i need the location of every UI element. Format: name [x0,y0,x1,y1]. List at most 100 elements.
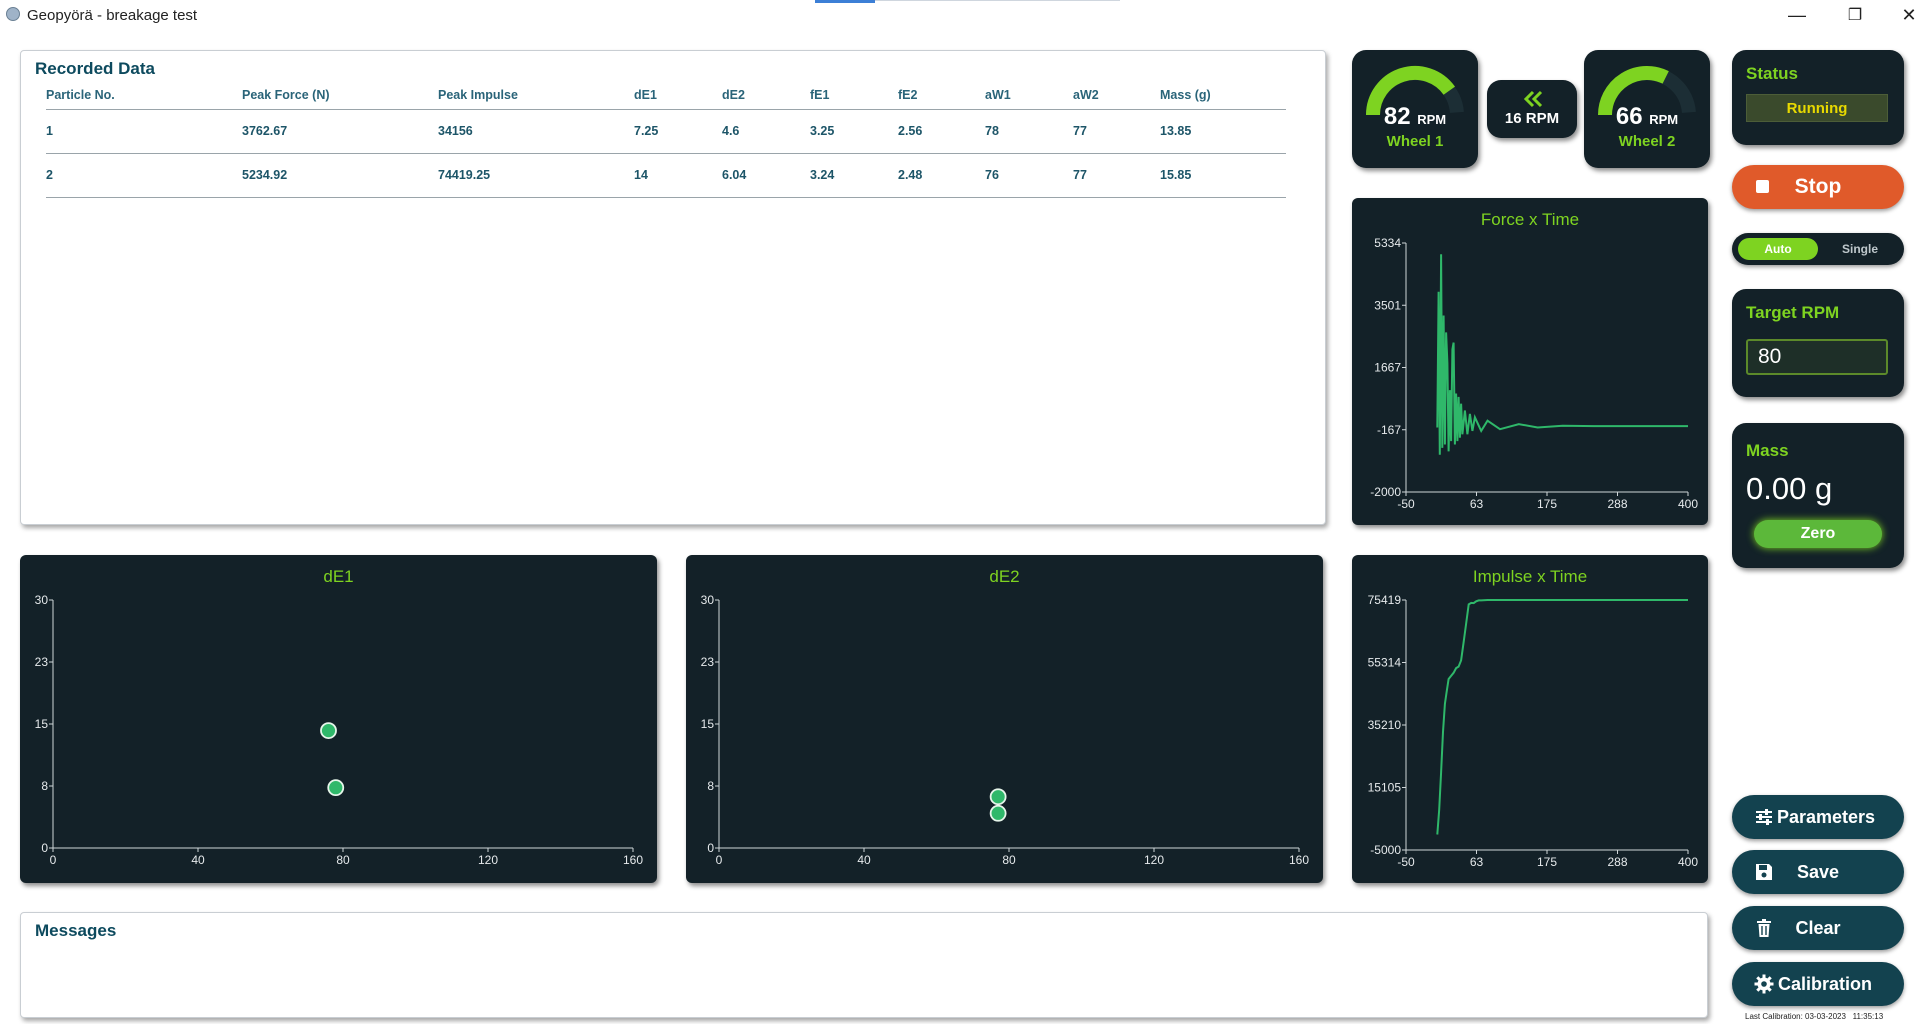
messages-title: Messages [35,921,117,940]
cell: 2.56 [898,109,985,154]
col-peak-force[interactable]: Peak Force (N) [242,81,438,110]
cell: 14 [634,153,722,198]
cell: 2.48 [898,153,985,198]
minimize-button[interactable]: — [1768,0,1826,30]
parameters-label: Parameters [1776,806,1876,827]
x-tick-label: 0 [50,853,57,867]
x-tick-label: 40 [191,853,205,867]
calibration-button[interactable]: Calibration [1732,962,1904,1006]
y-tick-label: 1667 [1374,361,1401,375]
x-tick-label: 160 [623,853,643,867]
col-peak-impulse[interactable]: Peak Impulse [438,81,634,110]
restore-button[interactable]: ❐ [1826,0,1884,30]
x-tick-label: 400 [1678,497,1698,511]
cell: 6.04 [722,153,810,198]
stop-button[interactable]: Stop [1732,165,1904,209]
status-badge: Running [1746,94,1888,122]
mode-toggle[interactable]: Auto Single [1732,233,1904,265]
wheel1-gauge: 82 RPM Wheel 1 [1352,50,1478,168]
table-row[interactable]: 1 3762.67 34156 7.25 4.6 3.25 2.56 78 77… [46,109,1286,154]
calibration-label: Calibration [1777,973,1872,994]
y-tick-label: 0 [707,841,714,855]
recorded-data-panel: Recorded Data Particle No. Peak Force (N… [20,50,1326,525]
clear-label: Clear [1795,917,1841,938]
cell: 77 [1073,153,1160,198]
recorded-data-table: Particle No. Peak Force (N) Peak Impulse… [46,81,1286,198]
close-button[interactable]: ✕ [1880,0,1920,30]
x-tick-label: 120 [1144,853,1164,867]
wheel2-rpm: 66 RPM [1584,103,1710,131]
y-tick-label: 0 [41,841,48,855]
mode-single-option[interactable]: Single [1820,238,1900,260]
x-tick-label: 63 [1470,855,1484,869]
mass-value: 0.00 g [1746,471,1833,506]
x-tick-label: 0 [716,853,723,867]
col-fe2[interactable]: fE2 [898,81,985,110]
col-particle[interactable]: Particle No. [46,81,242,110]
col-aw1[interactable]: aW1 [985,81,1073,110]
x-tick-label: 80 [1002,853,1016,867]
y-tick-label: -5000 [1370,843,1401,857]
col-de1[interactable]: dE1 [634,81,722,110]
col-mass[interactable]: Mass (g) [1160,81,1286,110]
wheel2-rpm-unit: RPM [1649,112,1679,127]
mass-title: Mass [1746,441,1789,460]
table-row[interactable]: 2 5234.92 74419.25 14 6.04 3.24 2.48 76 … [46,153,1286,198]
sliders-icon [1756,809,1772,825]
mode-auto-option[interactable]: Auto [1738,238,1818,260]
gear-icon [1754,974,1774,994]
force-time-panel: Force x Time -50 63 175 288 400 -2000 -167 1667… [1352,198,1708,525]
target-rpm-input[interactable] [1746,339,1888,375]
x-tick-label: 40 [857,853,871,867]
y-tick-label: 3501 [1374,298,1401,312]
status-title: Status [1746,64,1798,83]
target-rpm-title: Target RPM [1746,303,1840,322]
zero-button[interactable]: Zero [1754,520,1882,548]
wheel1-rpm-unit: RPM [1417,112,1447,127]
mass-panel: Mass 0.00 g Zero [1732,423,1904,568]
col-aw2[interactable]: aW2 [1073,81,1160,110]
cell: 3.25 [810,109,898,154]
y-tick-label: 30 [701,593,715,607]
cell: 76 [985,153,1073,198]
status-panel: Status Running [1732,50,1904,145]
y-tick-label: 5334 [1374,236,1401,250]
cell: 77 [1073,109,1160,154]
cell: 78 [985,109,1073,154]
title-bar: Geopyörä - breakage test — ❐ ✕ [0,0,1920,30]
wheel2-rpm-value: 66 [1615,103,1643,130]
floppy-disk-icon [1756,864,1772,880]
rpm-difference: 16 RPM [1504,110,1560,127]
de2-chart-panel: dE2 0 40 80 120 160 0 8 15 23 30 [686,555,1323,883]
y-tick-label: 15 [35,717,49,731]
wheel2-label: Wheel 2 [1618,133,1676,150]
tab-indicator [815,0,875,3]
cell: 7.25 [634,109,722,154]
parameters-button[interactable]: Parameters [1732,795,1904,839]
x-tick-label: 63 [1470,497,1484,511]
y-tick-label: 55314 [1368,656,1402,670]
double-chevron-left-icon [1523,90,1543,108]
clear-button[interactable]: Clear [1732,906,1904,950]
impulse-time-chart: -50 63 175 288 400 -5000 15105 35210 55314 75419 [1368,593,1699,869]
window-title: Geopyörä - breakage test [27,7,198,24]
save-button[interactable]: Save [1732,850,1904,894]
tab-indicator-track [875,0,1120,1]
de1-chart-panel: dE1 0 40 80 120 160 0 8 15 23 30 [20,555,657,883]
wheel2-gauge: 66 RPM Wheel 2 [1584,50,1710,168]
data-point [327,779,345,797]
table-header-row: Particle No. Peak Force (N) Peak Impulse… [46,81,1286,110]
col-fe1[interactable]: fE1 [810,81,898,110]
x-tick-label: 288 [1607,497,1627,511]
cell: 1 [46,109,242,154]
col-de2[interactable]: dE2 [722,81,810,110]
x-tick-label: 175 [1537,855,1557,869]
x-tick-label: 80 [336,853,350,867]
cell: 74419.25 [438,153,634,198]
y-tick-label: 75419 [1368,593,1402,607]
trash-icon [1757,919,1771,937]
y-tick-label: 8 [41,779,48,793]
cell: 34156 [438,109,634,154]
app-icon [6,7,20,21]
data-point [320,722,337,740]
